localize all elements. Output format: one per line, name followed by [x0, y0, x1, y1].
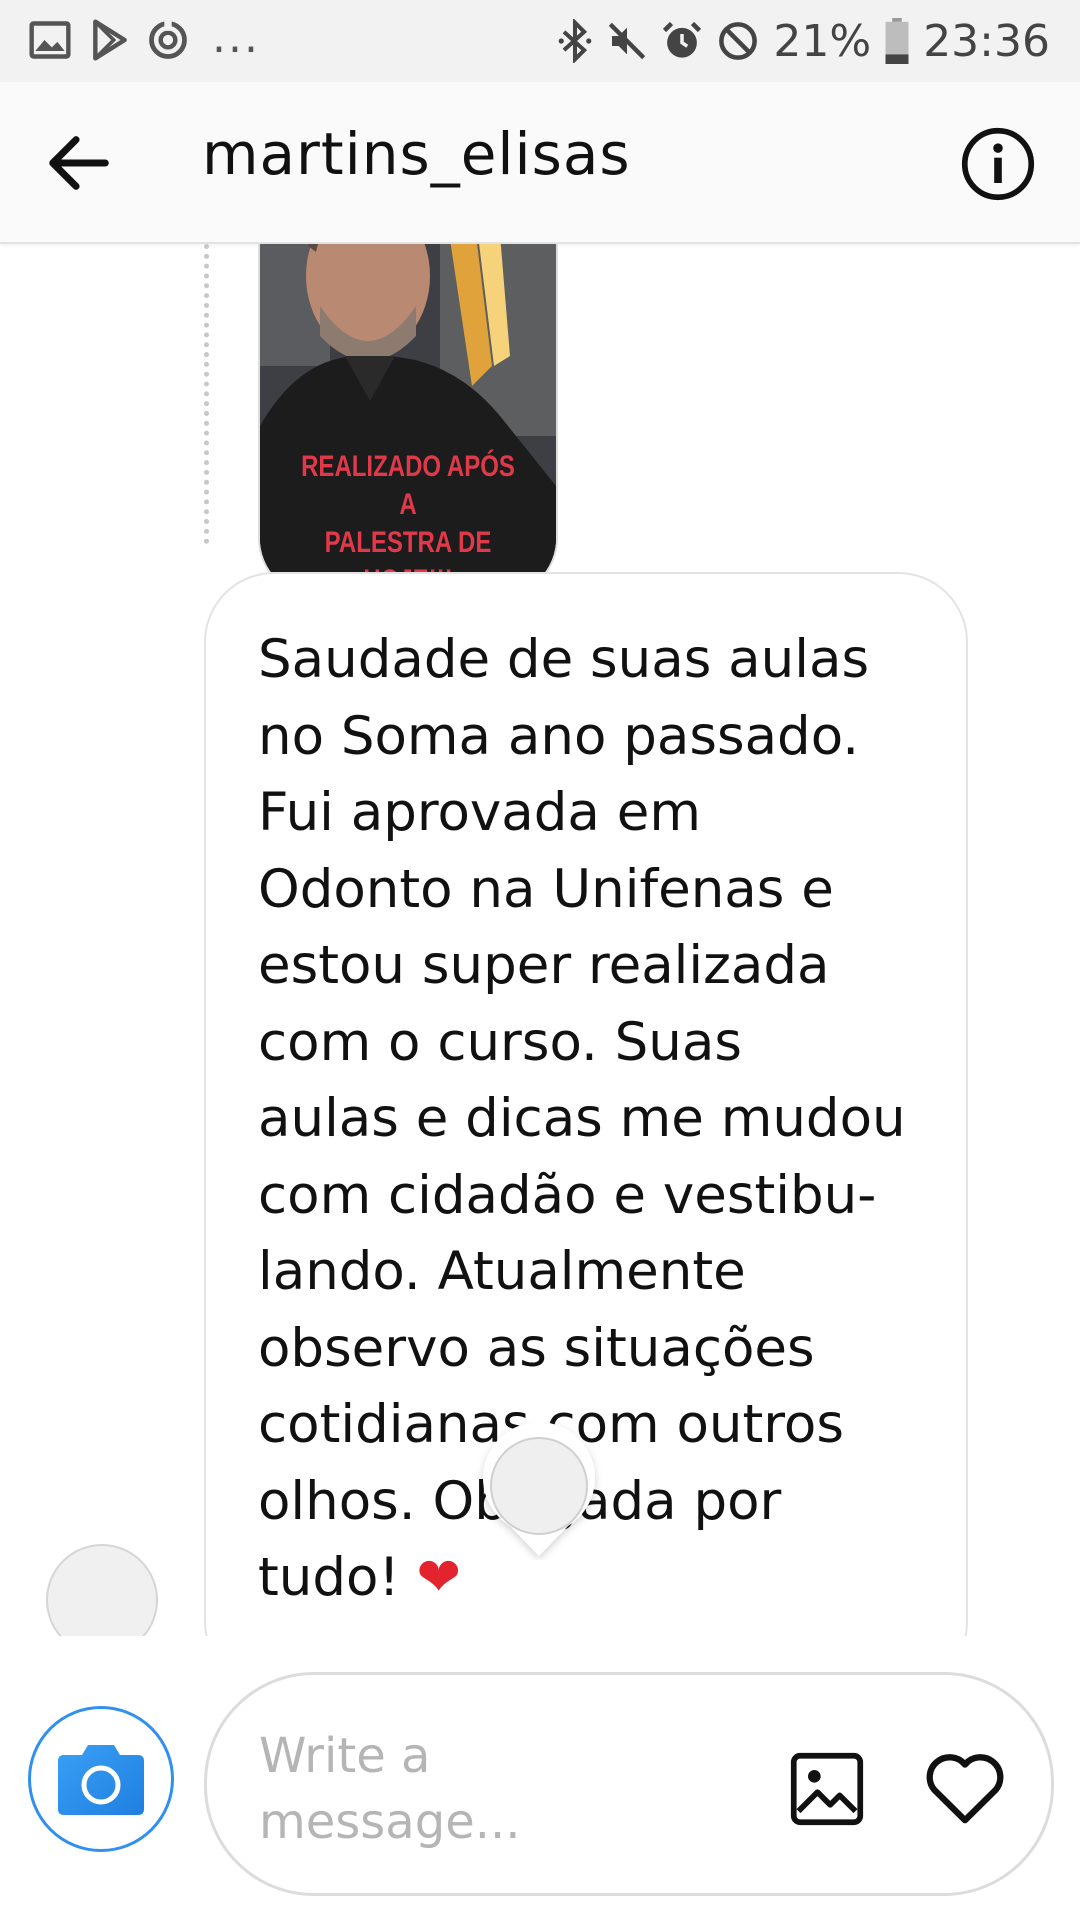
image-icon [29, 21, 71, 59]
battery-icon [885, 18, 909, 64]
conversation-header: martins_elisas [0, 82, 1080, 244]
message-input[interactable]: Write a message... [204, 1672, 1054, 1896]
status-right: 21% 23:36 [557, 10, 1050, 72]
play-store-icon [93, 19, 127, 61]
message-placeholder[interactable]: Write a message... [259, 1723, 619, 1855]
story-reply-thumbnail[interactable]: REALIZADO APÓS A PALESTRA DE HOJE!!! [258, 244, 558, 598]
clock: 23:36 [923, 15, 1050, 67]
heart-icon[interactable] [923, 1747, 1007, 1827]
camera-button[interactable] [28, 1706, 174, 1852]
camera-button-inner [41, 1719, 161, 1839]
reply-thread-line [204, 244, 209, 544]
gallery-icon[interactable] [789, 1751, 865, 1827]
message-thread[interactable]: REALIZADO APÓS A PALESTRA DE HOJE!!! Sau… [0, 244, 1080, 1636]
alarm-icon [663, 21, 702, 58]
heart-emoji: ❤ [416, 1547, 461, 1608]
mute-icon [609, 22, 646, 60]
sync-icon [149, 19, 187, 59]
avatar[interactable] [46, 1544, 158, 1636]
back-arrow-icon[interactable] [44, 128, 114, 198]
info-icon[interactable] [960, 126, 1036, 202]
overflow-notifications: ... [212, 12, 260, 63]
status-bar: ... 21% 23:36 [0, 0, 1080, 82]
battery-percent: 21% [773, 15, 872, 67]
bluetooth-icon [559, 19, 592, 63]
camera-icon [58, 1745, 144, 1815]
do-not-disturb-icon [719, 22, 758, 60]
reaction-pin-icon[interactable] [470, 1422, 608, 1560]
conversation-title[interactable]: martins_elisas [202, 120, 631, 188]
